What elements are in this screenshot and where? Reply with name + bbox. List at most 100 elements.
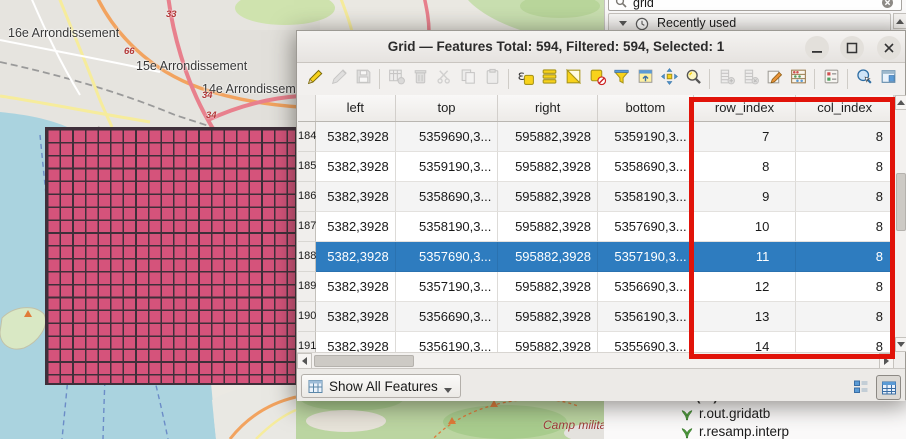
deselect-all-button[interactable] xyxy=(585,67,609,91)
cell-top[interactable]: 5358690,3... xyxy=(396,182,499,212)
select-all-button[interactable] xyxy=(537,67,561,91)
toggle-editing-button[interactable] xyxy=(303,67,327,91)
cell-row_index[interactable]: 9 xyxy=(694,182,797,212)
row-number[interactable]: 185 xyxy=(298,152,316,182)
cell-top[interactable]: 5359190,3... xyxy=(396,152,499,182)
cell-col_index[interactable]: 8 xyxy=(796,332,894,352)
cell-left[interactable]: 5382,3928 xyxy=(316,242,396,272)
cell-right[interactable]: 595882,3928 xyxy=(498,302,598,332)
cell-row_index[interactable]: 14 xyxy=(694,332,797,352)
filter-form-button[interactable] xyxy=(609,67,633,91)
table-corner[interactable] xyxy=(298,95,316,121)
cell-row_index[interactable]: 10 xyxy=(694,212,797,242)
cell-bottom[interactable]: 5356190,3... xyxy=(598,302,694,332)
cell-right[interactable]: 595882,3928 xyxy=(498,182,598,212)
cell-row_index[interactable]: 11 xyxy=(694,242,797,272)
row-number[interactable]: 190 xyxy=(298,302,316,332)
cell-right[interactable]: 595882,3928 xyxy=(498,122,598,152)
show-all-features-button[interactable]: Show All Features xyxy=(301,374,461,398)
cell-top[interactable]: 5359690,3... xyxy=(396,122,499,152)
cell-row_index[interactable]: 8 xyxy=(694,152,797,182)
cell-top[interactable]: 5357690,3... xyxy=(396,242,499,272)
row-number[interactable]: 191 xyxy=(298,332,316,352)
scroll-up-button[interactable] xyxy=(895,95,906,110)
cell-bottom[interactable]: 5357690,3... xyxy=(598,212,694,242)
cell-col_index[interactable]: 8 xyxy=(796,242,894,272)
route-badge: 66 xyxy=(124,46,135,57)
dock-button[interactable] xyxy=(876,67,900,91)
cell-left[interactable]: 5382,3928 xyxy=(316,122,396,152)
scroll-down-button[interactable] xyxy=(895,337,906,352)
cell-col_index[interactable]: 8 xyxy=(796,212,894,242)
cell-col_index[interactable]: 8 xyxy=(796,182,894,212)
expand-arrow-icon[interactable] xyxy=(619,21,627,26)
cell-col_index[interactable]: 8 xyxy=(796,302,894,332)
cell-left[interactable]: 5382,3928 xyxy=(316,332,396,352)
cell-row_index[interactable]: 12 xyxy=(694,272,797,302)
close-button[interactable] xyxy=(877,36,901,60)
column-header-col_index[interactable]: col_index xyxy=(796,95,894,121)
edit-expression-button[interactable] xyxy=(762,67,786,91)
cell-col_index[interactable]: 8 xyxy=(796,152,894,182)
cell-row_index[interactable]: 13 xyxy=(694,302,797,332)
column-header-left[interactable]: left xyxy=(316,95,396,121)
cell-row_index[interactable]: 7 xyxy=(694,122,797,152)
scroll-left-button[interactable] xyxy=(297,353,312,369)
row-number[interactable]: 186 xyxy=(298,182,316,212)
column-header-top[interactable]: top xyxy=(396,95,499,121)
minimize-button[interactable] xyxy=(805,36,829,60)
titlebar[interactable]: Grid — Features Total: 594, Filtered: 59… xyxy=(297,31,905,63)
cell-left[interactable]: 5382,3928 xyxy=(316,212,396,242)
cell-col_index[interactable]: 8 xyxy=(796,122,894,152)
actions-button[interactable] xyxy=(852,67,876,91)
scrollbar-thumb[interactable] xyxy=(896,173,906,231)
cell-top[interactable]: 5357190,3... xyxy=(396,272,499,302)
tree-item-gridatb[interactable]: r.out.gridatb xyxy=(680,406,770,421)
cell-right[interactable]: 595882,3928 xyxy=(498,212,598,242)
maximize-button[interactable] xyxy=(840,36,864,60)
scroll-right-button[interactable] xyxy=(879,353,894,369)
cell-right[interactable]: 595882,3928 xyxy=(498,272,598,302)
invert-selection-button[interactable] xyxy=(561,67,585,91)
cell-bottom[interactable]: 5355690,3... xyxy=(598,332,694,352)
row-number[interactable]: 189 xyxy=(298,272,316,302)
select-by-expression-button[interactable]: ε xyxy=(513,67,537,91)
cell-right[interactable]: 595882,3928 xyxy=(498,242,598,272)
cell-top[interactable]: 5356190,3... xyxy=(396,332,499,352)
cell-left[interactable]: 5382,3928 xyxy=(316,302,396,332)
table-vertical-scrollbar[interactable] xyxy=(894,95,906,352)
scrollbar-thumb[interactable] xyxy=(314,355,414,367)
column-header-bottom[interactable]: bottom xyxy=(598,95,694,121)
field-calculator-button[interactable] xyxy=(786,67,810,91)
cell-left[interactable]: 5382,3928 xyxy=(316,182,396,212)
move-selection-top-button[interactable] xyxy=(633,67,657,91)
tree-item-resamp[interactable]: r.resamp.interp xyxy=(680,424,789,439)
cell-top[interactable]: 5356690,3... xyxy=(396,302,499,332)
cell-col_index[interactable]: 8 xyxy=(796,272,894,302)
form-view-button[interactable] xyxy=(849,375,872,398)
table-view-button[interactable] xyxy=(876,375,901,400)
cell-right[interactable]: 595882,3928 xyxy=(498,332,598,352)
cell-bottom[interactable]: 5358690,3... xyxy=(598,152,694,182)
grid-layer[interactable] xyxy=(45,127,297,385)
conditional-formatting-button[interactable] xyxy=(819,67,843,91)
clear-search-icon[interactable] xyxy=(881,0,894,9)
row-number[interactable]: 187 xyxy=(298,212,316,242)
cell-left[interactable]: 5382,3928 xyxy=(316,272,396,302)
toolbox-search-input[interactable]: grid xyxy=(608,0,902,11)
cell-left[interactable]: 5382,3928 xyxy=(316,152,396,182)
cell-bottom[interactable]: 5356690,3... xyxy=(598,272,694,302)
scroll-up-button[interactable] xyxy=(893,13,906,29)
column-header-row_index[interactable]: row_index xyxy=(694,95,797,121)
table-horizontal-scrollbar[interactable] xyxy=(297,352,894,369)
cell-bottom[interactable]: 5359190,3... xyxy=(598,122,694,152)
cell-bottom[interactable]: 5358190,3... xyxy=(598,182,694,212)
cell-bottom[interactable]: 5357190,3... xyxy=(598,242,694,272)
row-number[interactable]: 188 xyxy=(298,242,316,272)
row-number[interactable]: 184 xyxy=(298,122,316,152)
pan-to-selection-button[interactable] xyxy=(657,67,681,91)
zoom-to-selection-button[interactable] xyxy=(681,67,705,91)
cell-top[interactable]: 5358190,3... xyxy=(396,212,499,242)
column-header-right[interactable]: right xyxy=(498,95,598,121)
cell-right[interactable]: 595882,3928 xyxy=(498,152,598,182)
